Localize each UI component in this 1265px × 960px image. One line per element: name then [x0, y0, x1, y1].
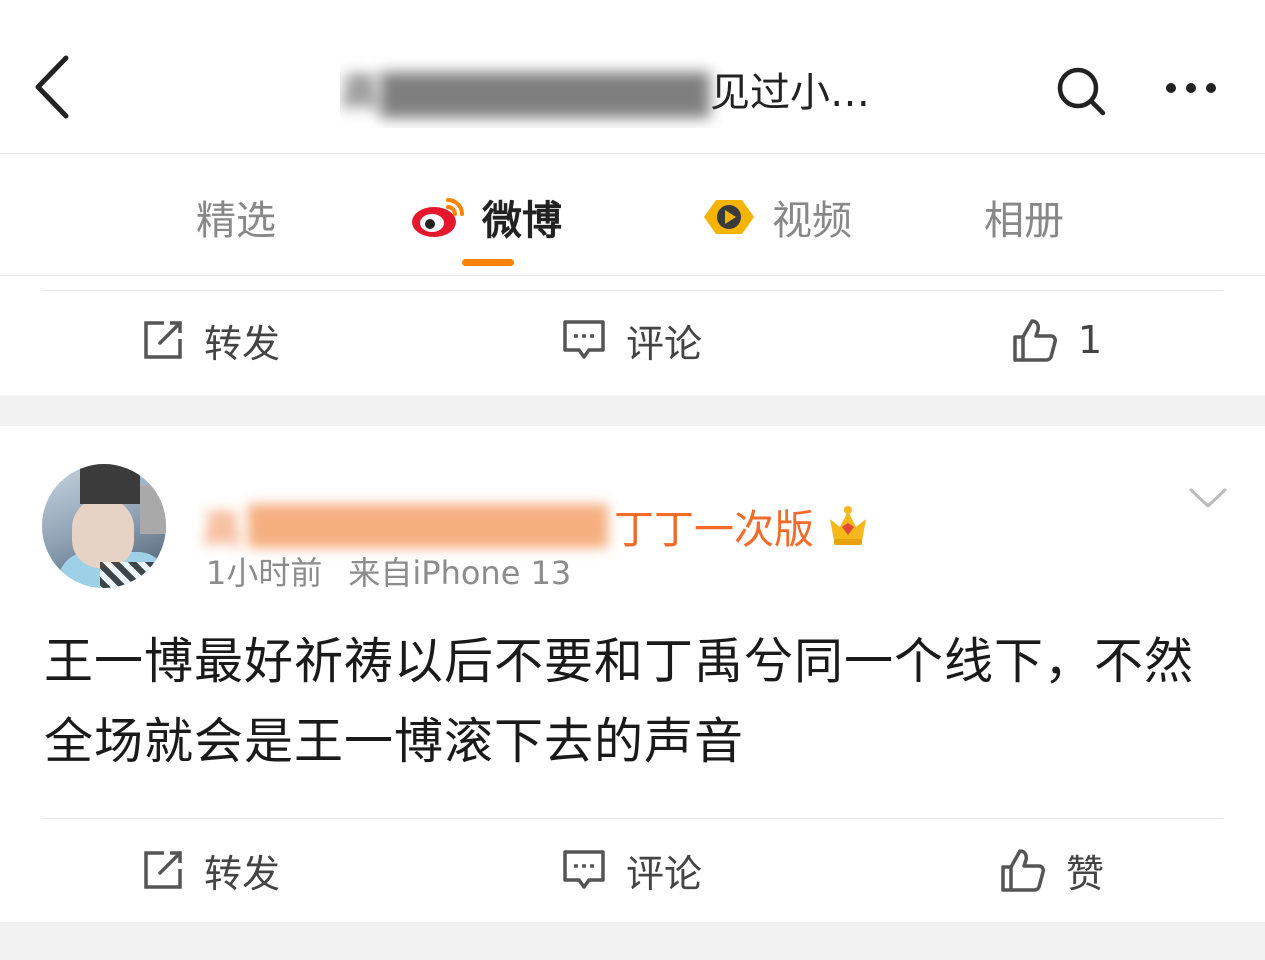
like-label: 赞: [1066, 851, 1105, 896]
back-button[interactable]: [22, 50, 82, 124]
comment-button[interactable]: 评论: [562, 840, 702, 900]
comment-label: 评论: [626, 321, 703, 366]
tab-label: 精选: [196, 198, 276, 244]
repost-button[interactable]: 转发: [142, 840, 280, 900]
tab-weibo[interactable]: 微博: [410, 187, 562, 247]
section-separator: [0, 922, 1265, 960]
post-source: 来自iPhone 13: [348, 554, 572, 592]
thumbs-up-icon: [1000, 847, 1046, 893]
profile-tabs: 精选 微博 视频 相册: [0, 155, 1265, 276]
repost-label: 转发: [204, 321, 281, 366]
comment-icon: [562, 849, 606, 891]
repost-button[interactable]: 转发: [142, 310, 280, 370]
post-username[interactable]: 高 丁丁一次版: [202, 498, 870, 554]
title-visible-text: 见过小…: [710, 70, 870, 116]
section-separator: [0, 395, 1265, 426]
post-meta: 1小时前 来自iPhone 13: [206, 548, 571, 594]
weibo-logo-icon: [410, 194, 468, 240]
tab-album[interactable]: 相册: [984, 187, 1064, 247]
video-badge-icon: [700, 194, 758, 240]
tab-featured[interactable]: 精选: [196, 187, 276, 247]
active-tab-indicator: [462, 259, 514, 266]
username-visible-text: 丁丁一次版: [614, 507, 814, 553]
like-count: 1: [1078, 318, 1103, 362]
divider: [42, 290, 1223, 291]
post-options-button[interactable]: [1186, 480, 1230, 516]
page-title: 高 见过小…: [340, 58, 940, 128]
comment-button[interactable]: 评论: [562, 310, 702, 370]
like-button[interactable]: 赞: [1000, 840, 1104, 900]
search-icon: [1057, 67, 1106, 116]
divider: [42, 818, 1223, 819]
avatar[interactable]: [42, 464, 166, 588]
repost-icon: [142, 849, 184, 891]
crown-icon: [826, 505, 870, 547]
post-action-bar: 转发 评论 赞: [0, 818, 1265, 922]
chevron-left-icon: [35, 55, 69, 119]
like-button[interactable]: 1: [1012, 310, 1102, 370]
comment-icon: [562, 319, 606, 361]
tab-video[interactable]: 视频: [700, 187, 852, 247]
repost-label: 转发: [204, 851, 281, 896]
post-body-text: 王一博最好祈祷以后不要和丁禹兮同一个线下，不然全场就会是王一博滚下去的声音: [44, 633, 1195, 770]
weibo-post-card: 高 丁丁一次版 1小时前 来自iPhone 13 王一博最好祈祷以后不要和丁禹兮同…: [0, 426, 1265, 816]
title-obscured-text: 高: [340, 70, 380, 116]
username-redaction: [248, 504, 608, 548]
prev-post-action-bar: 转发 评论 1: [0, 290, 1265, 390]
tab-label: 微博: [482, 198, 562, 244]
chevron-down-icon: [1189, 488, 1227, 508]
repost-icon: [142, 319, 184, 361]
post-time: 1小时前: [206, 554, 323, 592]
search-button[interactable]: [1050, 60, 1112, 122]
username-obscured-text: 高: [202, 507, 242, 553]
comment-label: 评论: [626, 851, 703, 896]
more-button[interactable]: [1160, 68, 1222, 108]
tab-label: 相册: [984, 198, 1064, 244]
top-navigation-bar: 高 见过小…: [0, 0, 1265, 154]
more-dots-icon: [1166, 83, 1216, 93]
title-redaction: [380, 72, 710, 118]
tab-label: 视频: [772, 198, 852, 244]
thumbs-up-icon: [1012, 317, 1058, 363]
